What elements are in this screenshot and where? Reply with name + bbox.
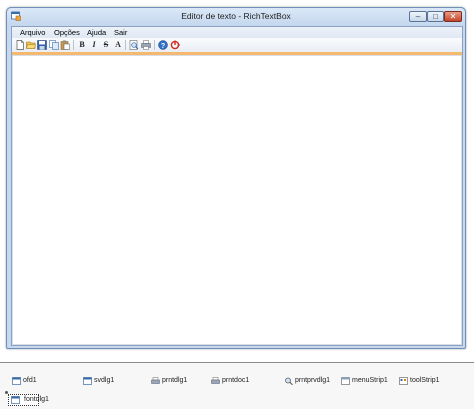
print-icon[interactable] bbox=[141, 40, 151, 50]
selection-grip-icon[interactable] bbox=[5, 391, 8, 394]
help-icon[interactable]: ? bbox=[158, 40, 168, 50]
component-label: prntdoc1 bbox=[222, 377, 250, 384]
component-label: menuStrip1 bbox=[352, 377, 388, 384]
exit-icon[interactable] bbox=[170, 40, 180, 50]
minimize-button[interactable]: – bbox=[409, 11, 427, 22]
tray-component-fontdlg1[interactable]: fontdlg1 bbox=[8, 394, 49, 406]
open-folder-icon[interactable] bbox=[26, 40, 36, 50]
open-file-dialog-icon bbox=[12, 377, 21, 385]
print-preview-dialog-icon bbox=[285, 377, 293, 385]
save-icon[interactable] bbox=[37, 40, 47, 50]
close-button[interactable]: ✕ bbox=[444, 11, 462, 22]
menu-opcoes[interactable]: Opções bbox=[54, 28, 80, 37]
toolbar-separator bbox=[154, 40, 155, 50]
print-dialog-icon bbox=[151, 377, 160, 384]
font-dialog-icon bbox=[11, 396, 20, 404]
component-label: ofd1 bbox=[23, 377, 37, 384]
component-label: svdlg1 bbox=[94, 377, 115, 384]
maximize-icon: □ bbox=[433, 12, 438, 21]
component-tray bbox=[0, 363, 474, 409]
title-bar[interactable]: Editor de texto - RichTextBox – □ ✕ bbox=[7, 8, 465, 26]
strikeout-icon[interactable]: S bbox=[101, 39, 111, 51]
toolbar: B I S A ? bbox=[12, 38, 462, 55]
maximize-button[interactable]: □ bbox=[427, 11, 444, 22]
close-icon: ✕ bbox=[449, 12, 457, 21]
toolbar-separator bbox=[125, 40, 126, 50]
menu-sair[interactable]: Sair bbox=[114, 28, 127, 37]
print-preview-icon[interactable] bbox=[129, 40, 139, 50]
component-label: toolStrip1 bbox=[410, 377, 440, 384]
menu-ajuda[interactable]: Ajuda bbox=[87, 28, 106, 37]
menu-arquivo[interactable]: Arquivo bbox=[20, 28, 45, 37]
save-file-dialog-icon bbox=[83, 377, 92, 385]
component-label: fontdlg1 bbox=[24, 396, 49, 403]
rich-text-box[interactable] bbox=[12, 55, 462, 345]
menu-bar: Arquivo Opções Ajuda Sair bbox=[12, 27, 462, 38]
form-client-area: Arquivo Opções Ajuda Sair B I S A ? bbox=[11, 26, 463, 346]
toolbar-separator bbox=[73, 40, 74, 50]
paste-icon[interactable] bbox=[60, 40, 70, 50]
bold-icon[interactable]: B bbox=[77, 39, 87, 51]
tool-strip-icon bbox=[399, 377, 408, 385]
copy-icon[interactable] bbox=[49, 40, 59, 50]
print-document-icon bbox=[211, 377, 220, 384]
svg-text:?: ? bbox=[161, 43, 165, 50]
italic-icon[interactable]: I bbox=[89, 39, 99, 51]
minimize-icon: – bbox=[415, 12, 421, 21]
new-file-icon[interactable] bbox=[15, 40, 25, 50]
component-label: prntprvdlg1 bbox=[295, 377, 331, 384]
component-label: prntdlg1 bbox=[162, 377, 188, 384]
window-title: Editor de texto - RichTextBox bbox=[181, 11, 291, 21]
menu-strip-icon bbox=[341, 377, 350, 385]
font-icon[interactable]: A bbox=[113, 39, 123, 51]
form-window[interactable]: Editor de texto - RichTextBox – □ ✕ Arqu… bbox=[6, 7, 466, 349]
